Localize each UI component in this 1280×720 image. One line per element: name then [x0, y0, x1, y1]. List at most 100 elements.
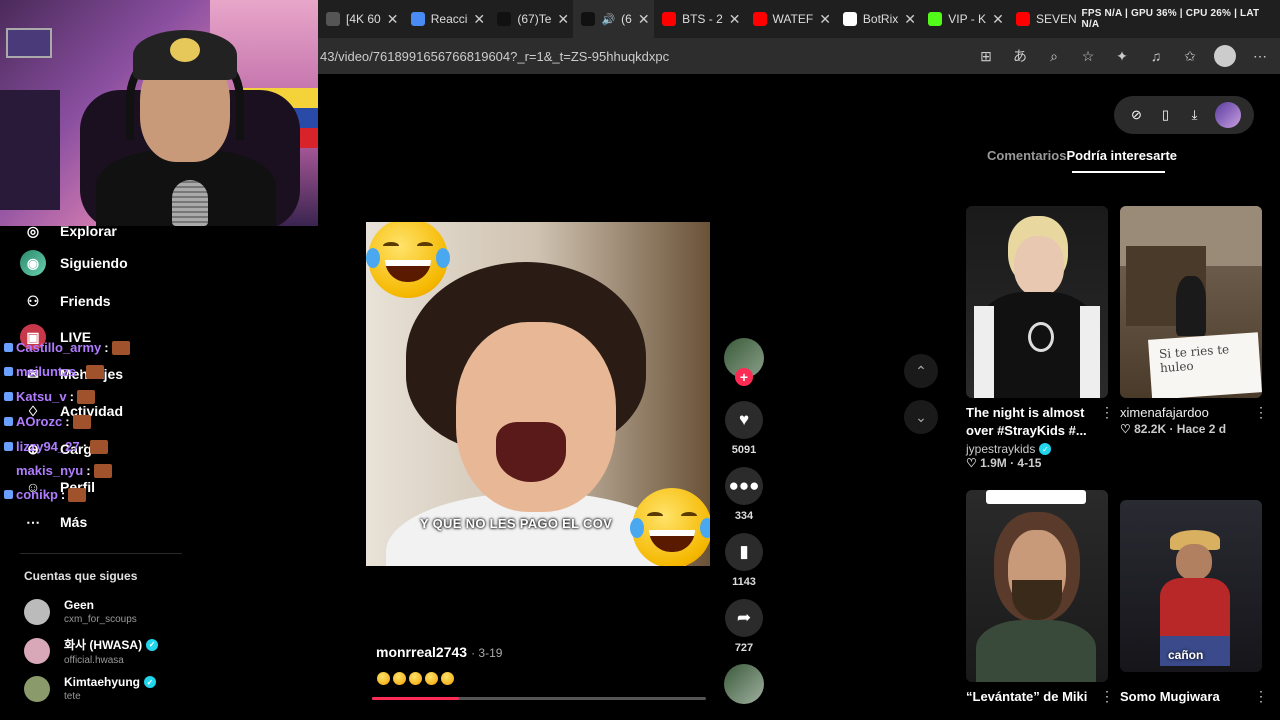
device-icon[interactable]: ▯	[1157, 107, 1175, 123]
video-title[interactable]: “Levántate” de Miki	[966, 688, 1096, 706]
video-progress-bar[interactable]	[372, 697, 706, 700]
browser-tab[interactable]: VIP - K ✕	[920, 0, 1008, 38]
video-caption: Y QUE NO LES PAGO EL COV	[420, 516, 613, 531]
cap-logo	[170, 38, 200, 62]
favorites-icon[interactable]: ✩	[1180, 46, 1200, 66]
chat-message: makis_nyu:	[4, 463, 112, 478]
more-options-icon[interactable]: ⋮	[1100, 688, 1114, 705]
browser-tab[interactable]: 🔊 (6 ✕	[573, 0, 655, 38]
post-date: · 3-19	[471, 646, 503, 660]
chat-username[interactable]: makis_nyu	[16, 463, 83, 478]
close-tab-icon[interactable]: ✕	[473, 11, 485, 28]
video-stats: ♡ 82.2K · Hace 2 d	[1120, 422, 1227, 436]
like-action: ♥ 5091	[724, 401, 764, 456]
chat-separator: :	[65, 414, 70, 429]
chat-username[interactable]: meiluntzs	[16, 364, 76, 379]
chat-username[interactable]: AOrozc	[16, 414, 62, 429]
video-author[interactable]: monrreal2743 · 3-19	[376, 644, 502, 660]
tab-label: BotRix	[862, 12, 899, 26]
video-author[interactable]: ximenafajardoo	[1120, 404, 1250, 422]
chevron-up-icon[interactable]: ⌃	[904, 354, 938, 388]
thumbnail-overlay-text: cañon	[1168, 648, 1204, 662]
browser-tab[interactable]: SEVEN	[1008, 0, 1082, 38]
follow-plus-icon[interactable]: +	[735, 368, 753, 386]
more-options-icon[interactable]: ⋮	[1254, 404, 1268, 421]
speaker-icon[interactable]: 🔊	[601, 13, 615, 26]
browser-tab[interactable]: BotRix ✕	[835, 0, 920, 38]
account-handle: official.hwasa	[64, 655, 124, 666]
sidebar-item-following[interactable]: ◉ Siguiendo	[20, 250, 128, 276]
video-player[interactable]: Y QUE NO LES PAGO EL COV	[366, 222, 710, 566]
avatar[interactable]	[24, 598, 50, 625]
recommended-video-card[interactable]: Si te ries te hulеo ximenafajardoo ♡ 82.…	[1120, 206, 1268, 436]
account-name: Geen	[64, 598, 95, 612]
sidebar-item-more[interactable]: ⋯ Más	[20, 509, 87, 535]
close-tab-icon[interactable]: ✕	[904, 11, 916, 28]
chat-username[interactable]: Castillo_army	[16, 340, 101, 355]
bookmark-icon[interactable]: ▮	[725, 533, 763, 571]
autoscroll-icon[interactable]: ⊘	[1128, 107, 1146, 123]
share-icon[interactable]: ➦	[725, 599, 763, 637]
apps-icon[interactable]: ⊞	[976, 46, 996, 66]
browser-tab[interactable]: BTS - 2 ✕	[654, 0, 744, 38]
tab-comments[interactable]: Comentarios	[987, 148, 1066, 163]
chevron-down-icon[interactable]: ⌄	[904, 400, 938, 434]
browser-tab[interactable]: (67)Te ✕	[489, 0, 573, 38]
sidebar-item-label: Explorar	[60, 223, 117, 239]
verified-icon: ✓	[1039, 443, 1052, 455]
sidebar-item-friends[interactable]: ⚇ Friends	[20, 288, 111, 314]
following-account[interactable]: Kimtaehyung ✓ tete	[24, 675, 157, 702]
chat-message: conikp:	[4, 487, 87, 502]
close-tab-icon[interactable]: ✕	[992, 11, 1004, 28]
recommended-video-card[interactable]: “Levántate” de Miki ⋮	[966, 490, 1114, 706]
chat-separator: :	[78, 364, 84, 379]
download-icon[interactable]: ⤓	[1186, 107, 1204, 123]
favorite-star-icon[interactable]: ☆	[1078, 46, 1098, 66]
more-options-icon[interactable]: ⋮	[1100, 404, 1114, 421]
sidebar-item-compass[interactable]: ◎ Explorar	[20, 218, 117, 244]
author-name[interactable]: monrreal2743	[376, 644, 467, 660]
video-thumbnail[interactable]: Si te ries te hulеo	[1120, 206, 1262, 398]
right-panel-tabs: Comentarios Podría interesarte	[987, 148, 1177, 163]
browser-tab[interactable]: Reacci ✕	[403, 0, 490, 38]
video-title[interactable]: Somo Mugiwara	[1120, 688, 1250, 706]
comment-action: ●●● 334	[724, 467, 764, 522]
comment-icon[interactable]: ●●●	[725, 467, 763, 505]
url-field[interactable]: 43/video/7618991656766819604?_r=1&_t=ZS-…	[318, 49, 976, 64]
browser-tab[interactable]: WATEF ✕	[745, 0, 835, 38]
close-tab-icon[interactable]: ✕	[638, 11, 650, 28]
heart-icon[interactable]: ♥	[725, 401, 763, 439]
chat-username[interactable]: conikp	[16, 487, 58, 502]
extensions-icon[interactable]: ✦	[1112, 46, 1132, 66]
video-thumbnail[interactable]	[966, 206, 1108, 398]
browser-profile-avatar[interactable]	[1214, 45, 1236, 67]
tab-recommended[interactable]: Podría interesarte	[1066, 148, 1177, 163]
media-control-icon[interactable]: ♫	[1146, 46, 1166, 66]
tab-favicon-icon	[326, 12, 340, 26]
music-disc-avatar[interactable]	[724, 664, 764, 704]
video-title[interactable]: The night is almost over #StrayKids #...	[966, 404, 1096, 440]
chat-username[interactable]: lizzy94_27	[16, 439, 80, 454]
avatar[interactable]	[24, 638, 50, 664]
browser-tab[interactable]: [4K 60 ✕	[318, 0, 403, 38]
avatar[interactable]	[24, 675, 50, 702]
translate-icon[interactable]: あ	[1010, 46, 1030, 66]
video-thumbnail[interactable]	[966, 490, 1108, 682]
browser-menu-icon[interactable]: ⋯	[1250, 46, 1270, 66]
close-tab-icon[interactable]: ✕	[557, 11, 569, 28]
account-handle: cxm_for_scoups	[64, 614, 137, 625]
more-options-icon[interactable]: ⋮	[1254, 688, 1268, 705]
following-account[interactable]: Geen cxm_for_scoups	[24, 598, 137, 625]
recommended-video-card[interactable]: cañon Somo Mugiwara ⋮	[1120, 500, 1268, 706]
close-tab-icon[interactable]: ✕	[729, 11, 741, 28]
video-thumbnail[interactable]: cañon	[1120, 500, 1262, 672]
zoom-icon[interactable]: ⌕	[1044, 46, 1064, 66]
following-account[interactable]: 화사 (HWASA) ✓ official.hwasa	[24, 636, 159, 666]
chat-username[interactable]: Katsu_v	[16, 389, 67, 404]
recommended-video-card[interactable]: The night is almost over #StrayKids #...…	[966, 206, 1114, 470]
close-tab-icon[interactable]: ✕	[819, 11, 831, 28]
user-avatar[interactable]	[1214, 102, 1241, 128]
like-count: 5091	[731, 444, 757, 456]
video-author[interactable]: jypestraykids	[966, 442, 1035, 456]
close-tab-icon[interactable]: ✕	[387, 11, 399, 28]
